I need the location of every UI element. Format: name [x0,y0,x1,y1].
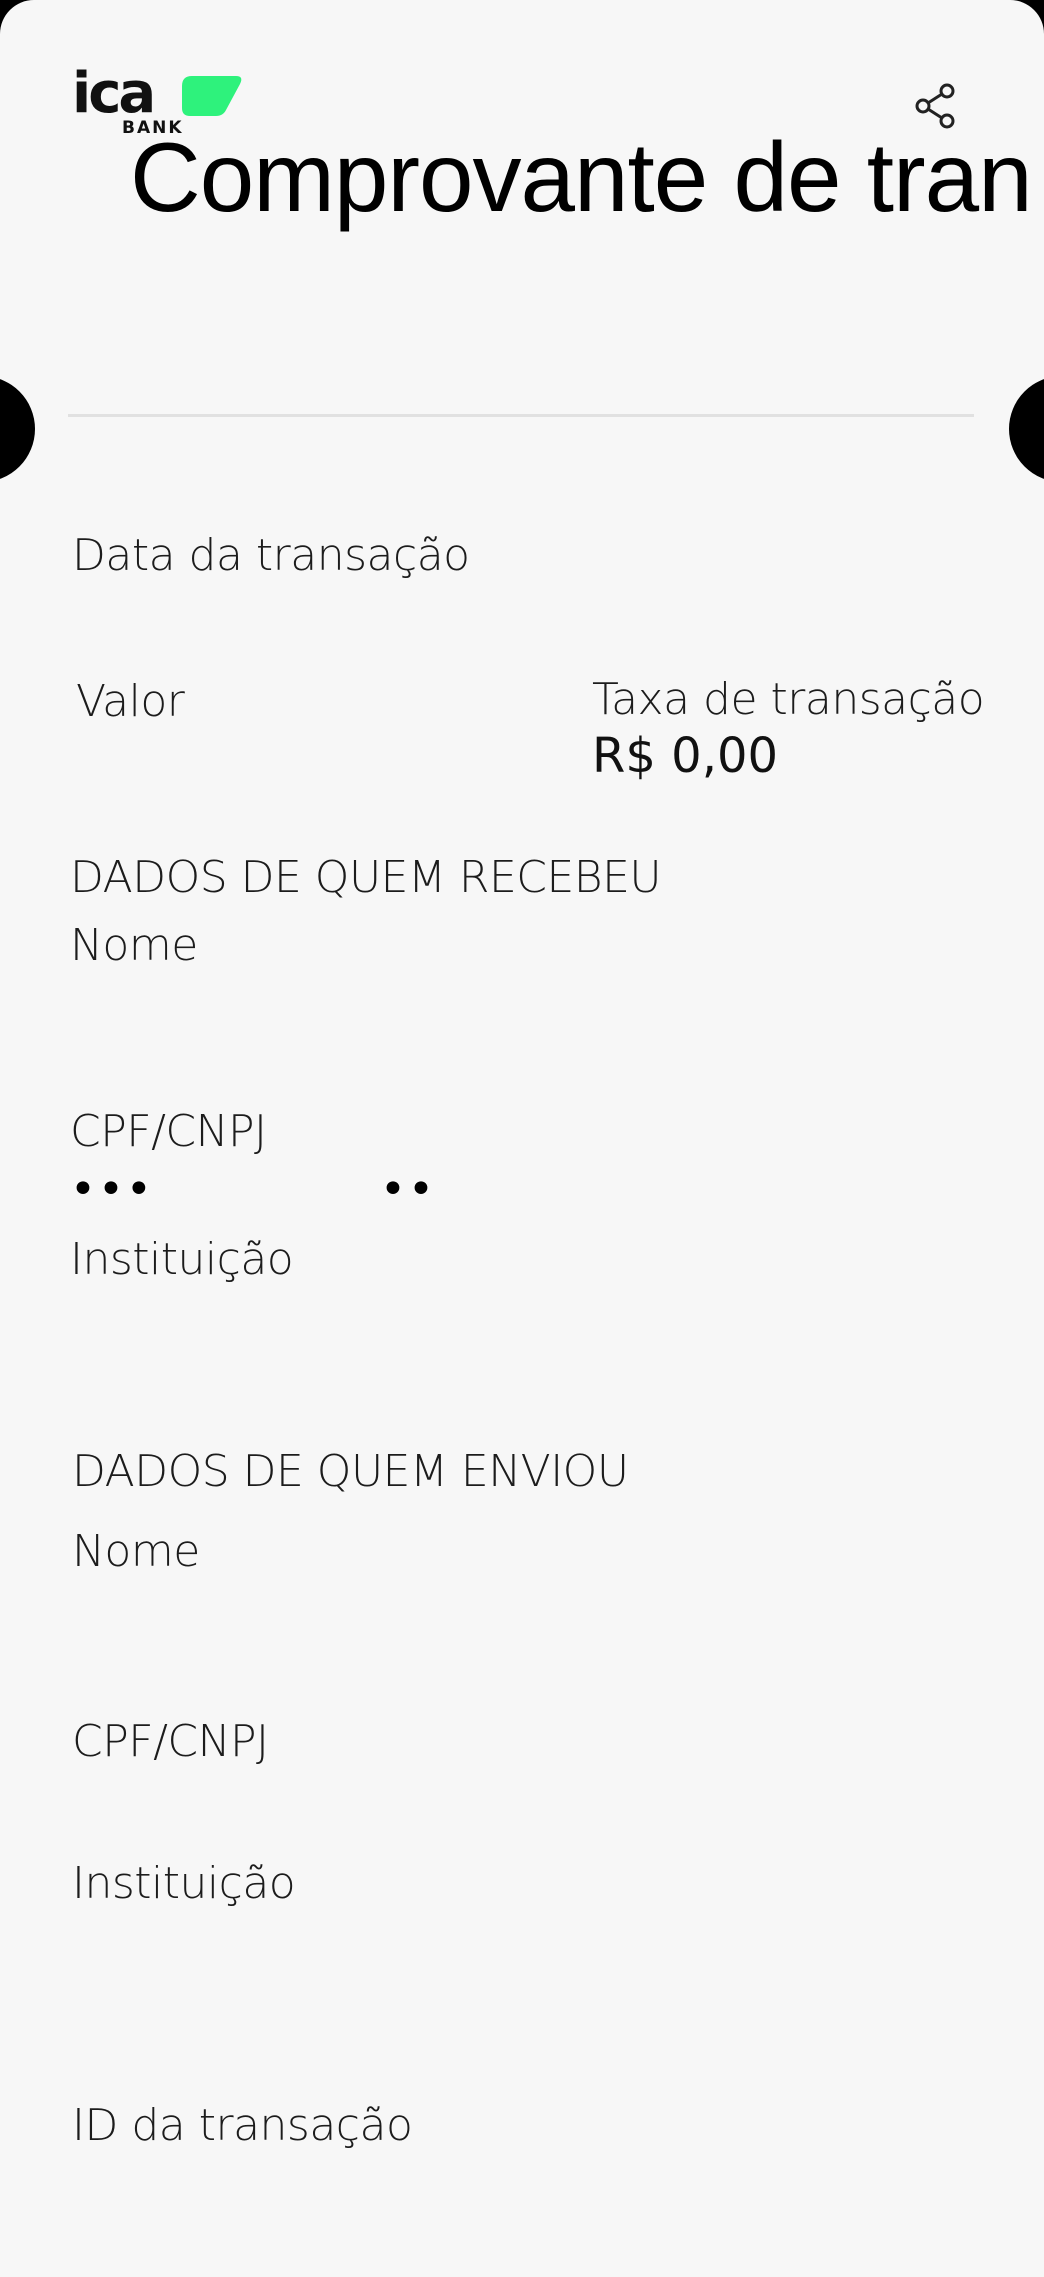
transaction-id-label: ID da transação [72,2100,413,2151]
sender-section-title: DADOS DE QUEM ENVIOU [72,1446,629,1497]
sender-name-label: Nome [72,1526,200,1577]
receipt-card: ica BANK Comprovante de tran Data da tra… [0,0,1044,2277]
sender-document-label: CPF/CNPJ [72,1716,269,1767]
receiver-name-label: Nome [70,920,198,971]
page-title: Comprovante de tran [130,122,1033,232]
transaction-date-label: Data da transação [72,530,470,581]
ticket-notch-right [1009,376,1044,482]
receiver-institution-label: Instituição [70,1234,294,1285]
sender-institution-label: Instituição [72,1858,296,1909]
transaction-fee-label: Taxa de transação [592,674,985,725]
logo-wordmark: ica [72,61,156,126]
divider [68,414,974,417]
receiver-document-mask-start: ••• [70,1164,154,1215]
receiver-document-mask-end: •• [380,1164,436,1215]
ticket-notch-left [0,376,35,482]
value-label: Valor [76,676,185,727]
receiver-section-title: DADOS DE QUEM RECEBEU [70,852,662,903]
logo-mark-icon [182,76,242,116]
receiver-document-label: CPF/CNPJ [70,1106,267,1157]
transaction-fee-value: R$ 0,00 [592,728,779,784]
